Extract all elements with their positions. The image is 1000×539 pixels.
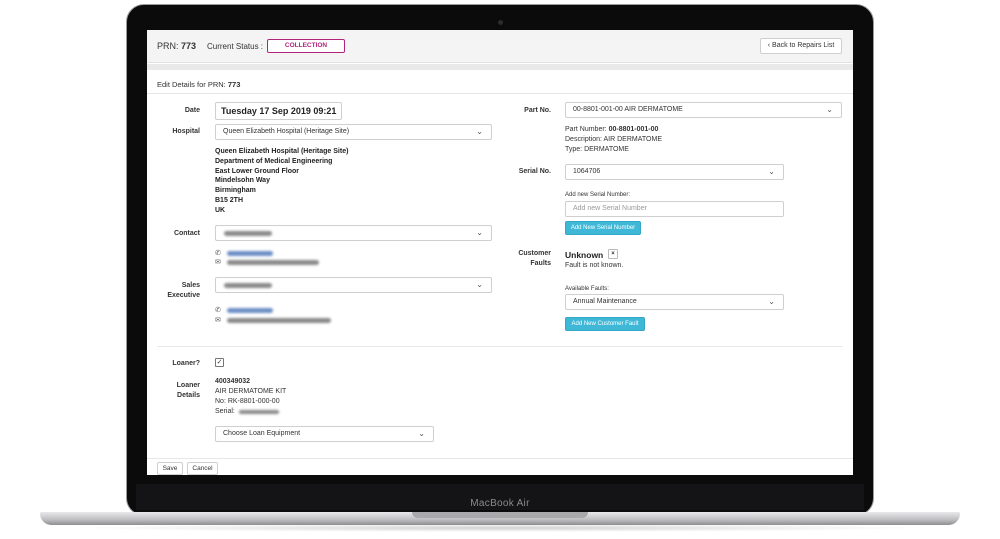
available-faults-caption: Available Faults: bbox=[565, 286, 609, 292]
serial-selected: 1064706 bbox=[573, 168, 601, 175]
edit-details-title: Edit Details for PRN: 773 bbox=[157, 80, 240, 89]
app-screen: PRN: 773 Current Status : COLLECTION ‹ Ba… bbox=[147, 30, 853, 475]
remove-fault-icon[interactable]: × bbox=[608, 249, 618, 259]
sales-label-line: Sales bbox=[181, 282, 200, 289]
address-line: Birmingham bbox=[215, 187, 256, 195]
loaner-label: Loaner? bbox=[172, 360, 200, 367]
laptop-shadow bbox=[70, 524, 930, 532]
chevron-down-icon: ⌄ bbox=[476, 280, 483, 289]
chevron-down-icon: ⌄ bbox=[826, 105, 833, 114]
faults-label-line: Faults bbox=[530, 260, 551, 267]
add-serial-input[interactable]: Add new Serial Number bbox=[565, 201, 784, 217]
part-details: Part Number: 00-8801-001-00 Description:… bbox=[565, 125, 662, 155]
chevron-left-icon: ‹ bbox=[767, 42, 771, 49]
chevron-down-icon: ⌄ bbox=[418, 429, 425, 438]
title-divider bbox=[147, 93, 853, 94]
status-label: Current Status : bbox=[207, 42, 264, 51]
loaner-code: 400349032 bbox=[215, 378, 251, 385]
status-badge: COLLECTION bbox=[267, 39, 345, 53]
date-label: Date bbox=[184, 107, 200, 114]
loan-equipment-select[interactable]: Choose Loan Equipment ⌄ bbox=[215, 426, 434, 442]
header-bar: PRN: 773 Current Status : COLLECTION ‹ Ba… bbox=[147, 30, 853, 63]
chevron-down-icon: ⌄ bbox=[768, 167, 775, 176]
part-description: Description: AIR DERMATOME bbox=[565, 136, 662, 143]
loaner-serial-label: Serial: bbox=[215, 408, 235, 415]
fault-note: Fault is not known. bbox=[565, 262, 624, 269]
add-customer-fault-button[interactable]: Add New Customer Fault bbox=[565, 317, 645, 331]
device-brand-label: MacBook Air bbox=[470, 498, 530, 509]
back-to-repairs-button[interactable]: ‹ Back to Repairs List bbox=[760, 38, 842, 54]
serial-number-select[interactable]: 1064706 ⌄ bbox=[565, 164, 784, 180]
chevron-down-icon: ⌄ bbox=[476, 228, 483, 237]
add-serial-caption: Add new Serial Number: bbox=[565, 192, 631, 198]
address-line: B15 2TH bbox=[215, 196, 244, 204]
part-type: Type: DERMATOME bbox=[565, 146, 629, 153]
mail-icon: ✉ bbox=[215, 317, 221, 324]
sales-label-line: Executive bbox=[167, 292, 200, 299]
phone-icon: ✆ bbox=[215, 250, 221, 257]
redacted-contact-name bbox=[224, 231, 272, 236]
available-faults-select[interactable]: Annual Maintenance ⌄ bbox=[565, 294, 784, 310]
address-line: East Lower Ground Floor bbox=[215, 167, 300, 175]
address-line: UK bbox=[215, 206, 226, 214]
contact-label: Contact bbox=[173, 230, 200, 237]
redacted-loaner-serial bbox=[239, 410, 279, 414]
prn-label: PRN: bbox=[157, 41, 179, 51]
address-line: Queen Elizabeth Hospital (Heritage Site) bbox=[215, 148, 349, 155]
loaner-details-label: Loaner Details bbox=[157, 381, 200, 401]
part-number-value: 00-8801-001-00 bbox=[608, 126, 659, 133]
hospital-select[interactable]: Queen Elizabeth Hospital (Heritage Site)… bbox=[215, 124, 492, 140]
sales-executive-select[interactable]: ⌄ bbox=[215, 277, 492, 293]
address-line: Department of Medical Engineering bbox=[215, 157, 333, 165]
redacted-contact-phone bbox=[227, 251, 273, 256]
chevron-down-icon: ⌄ bbox=[476, 127, 483, 136]
loan-equipment-placeholder: Choose Loan Equipment bbox=[223, 430, 301, 437]
redacted-sales-phone bbox=[227, 308, 273, 313]
prn-value: 773 bbox=[181, 41, 197, 51]
cancel-button[interactable]: Cancel bbox=[187, 462, 218, 475]
hospital-address: Queen Elizabeth Hospital (Heritage Site)… bbox=[215, 147, 348, 216]
back-button-label: Back to Repairs List bbox=[772, 42, 835, 49]
loaner-details-line: Details bbox=[177, 392, 200, 399]
laptop-notch bbox=[412, 512, 588, 518]
loaner-details-line: Loaner bbox=[176, 382, 200, 389]
prn-heading: PRN: 773 bbox=[157, 41, 196, 51]
part-selected: 00-8801-001-00 AIR DERMATOME bbox=[573, 106, 683, 113]
header-divider bbox=[147, 64, 853, 70]
part-number-label: Part No. bbox=[524, 107, 551, 114]
hospital-selected: Queen Elizabeth Hospital (Heritage Site) bbox=[223, 128, 350, 135]
loaner-checkbox[interactable]: ✓ bbox=[215, 358, 224, 367]
mail-icon: ✉ bbox=[215, 259, 221, 266]
current-fault: Unknown bbox=[565, 250, 604, 260]
footer-divider bbox=[147, 458, 853, 459]
section-divider bbox=[157, 346, 843, 347]
loaner-name: AIR DERMATOME KIT bbox=[215, 388, 287, 395]
chevron-down-icon: ⌄ bbox=[768, 297, 775, 306]
loaner-number: No: RK-8801-000-00 bbox=[215, 398, 280, 405]
edit-title-prefix: Edit Details for PRN: bbox=[157, 80, 226, 89]
serial-number-label: Serial No. bbox=[518, 168, 551, 175]
available-fault-selected: Annual Maintenance bbox=[573, 298, 637, 305]
part-number-caption: Part Number: bbox=[565, 126, 607, 133]
sales-executive-label: Sales Executive bbox=[157, 281, 200, 301]
redacted-contact-email bbox=[227, 260, 319, 265]
part-number-select[interactable]: 00-8801-001-00 AIR DERMATOME ⌄ bbox=[565, 102, 842, 118]
address-line: Mindelsohn Way bbox=[215, 177, 270, 185]
contact-select[interactable]: ⌄ bbox=[215, 225, 492, 241]
camera-icon bbox=[498, 20, 503, 25]
faults-label-line: Customer bbox=[518, 250, 551, 257]
date-field[interactable]: Tuesday 17 Sep 2019 09:21 bbox=[215, 102, 342, 120]
redacted-sales-name bbox=[224, 283, 272, 288]
save-button[interactable]: Save bbox=[157, 462, 183, 475]
redacted-sales-email bbox=[227, 318, 331, 323]
add-serial-button[interactable]: Add New Serial Number bbox=[565, 221, 641, 235]
part-number-line: Part Number: 00-8801-001-00 bbox=[565, 125, 662, 135]
customer-faults-label: Customer Faults bbox=[507, 249, 551, 269]
edit-title-prn: 773 bbox=[227, 80, 241, 89]
hospital-label: Hospital bbox=[172, 128, 200, 135]
phone-icon: ✆ bbox=[215, 307, 221, 314]
